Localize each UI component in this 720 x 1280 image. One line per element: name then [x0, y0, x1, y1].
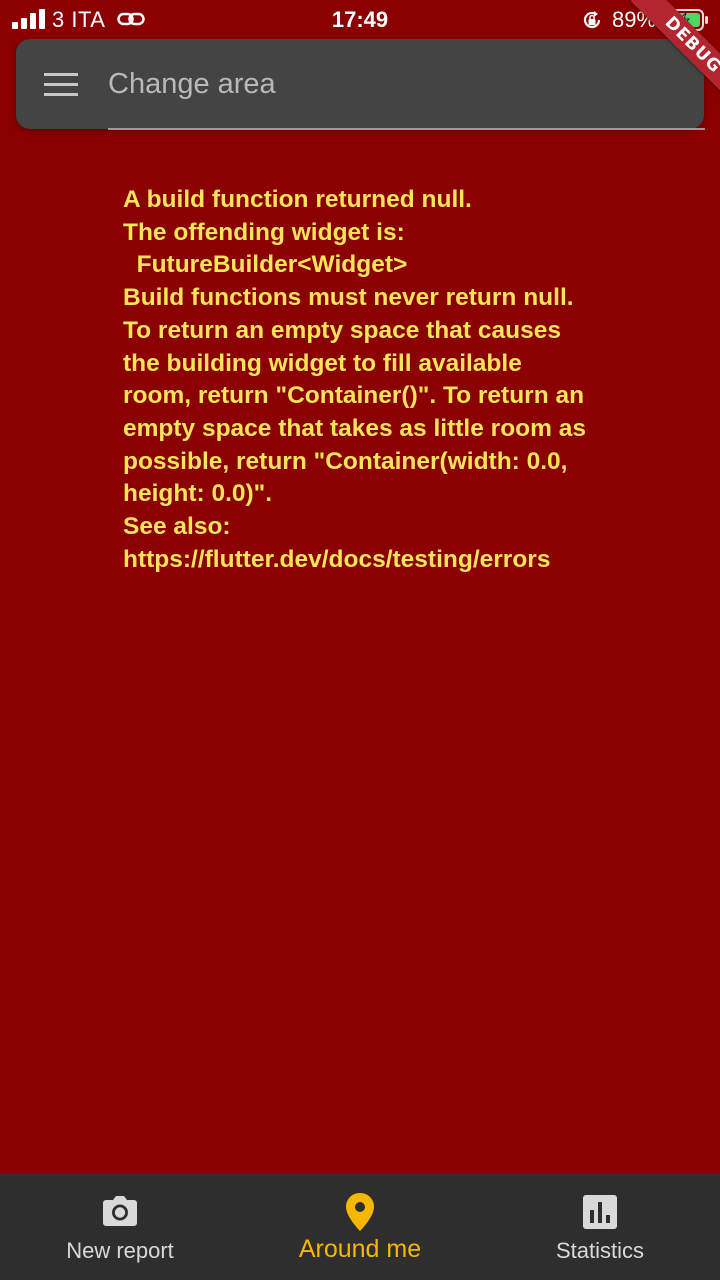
- battery-charging-icon: [663, 9, 708, 31]
- error-message: A build function returned null. The offe…: [123, 186, 586, 573]
- battery-percentage: 89%: [612, 7, 657, 32]
- app-screen: 3 ITA 17:49 89% DEBUG A build func: [0, 0, 720, 1280]
- bottom-navigation: New report Around me Statistics: [0, 1173, 720, 1280]
- nav-around-me[interactable]: Around me: [240, 1173, 480, 1280]
- location-pin-icon: [346, 1193, 374, 1231]
- nav-around-me-label: Around me: [298, 1235, 422, 1263]
- search-bar: [16, 39, 704, 129]
- search-underline: [108, 128, 705, 130]
- status-bar: 3 ITA 17:49 89%: [0, 0, 720, 40]
- menu-icon[interactable]: [44, 73, 78, 96]
- nav-new-report[interactable]: New report: [0, 1173, 240, 1280]
- bar-chart-icon: [583, 1195, 617, 1229]
- change-area-input[interactable]: [108, 61, 668, 107]
- nav-statistics[interactable]: Statistics: [480, 1173, 720, 1280]
- camera-icon: [103, 1196, 137, 1226]
- nav-new-report-label: New report: [66, 1238, 174, 1263]
- rotation-lock-icon: [583, 11, 601, 29]
- nav-statistics-label: Statistics: [555, 1238, 645, 1263]
